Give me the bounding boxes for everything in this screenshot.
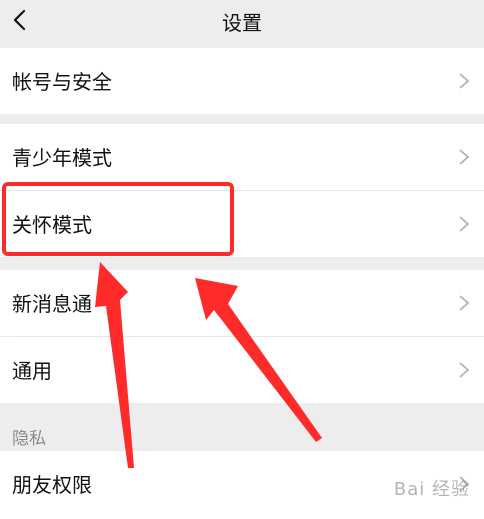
settings-item-account-security[interactable]: 帐号与安全 (0, 48, 484, 114)
settings-item-new-message-notifications[interactable]: 新消息通 (0, 270, 484, 336)
chevron-right-icon (458, 294, 470, 312)
settings-item-label: 关怀模式 (12, 213, 92, 237)
chevron-right-icon (458, 361, 470, 379)
section-label-privacy: 隐私 (12, 429, 46, 449)
settings-item-label: 新消息通 (12, 292, 92, 316)
settings-item-care-mode[interactable]: 关怀模式 (0, 191, 484, 257)
settings-item-label: 通用 (12, 359, 52, 383)
settings-item-youth-mode[interactable]: 青少年模式 (0, 124, 484, 190)
settings-item-label: 帐号与安全 (12, 70, 112, 94)
chevron-right-icon (458, 72, 470, 90)
settings-item-label: 青少年模式 (12, 146, 112, 170)
chevron-right-icon (458, 148, 470, 166)
chevron-right-icon (458, 215, 470, 233)
top-bar: 设置 (0, 0, 484, 42)
page-title: 设置 (222, 11, 262, 35)
settings-item-general[interactable]: 通用 (0, 337, 484, 403)
settings-item-label: 朋友权限 (12, 473, 92, 497)
watermark: Bai 经验 (393, 479, 470, 500)
